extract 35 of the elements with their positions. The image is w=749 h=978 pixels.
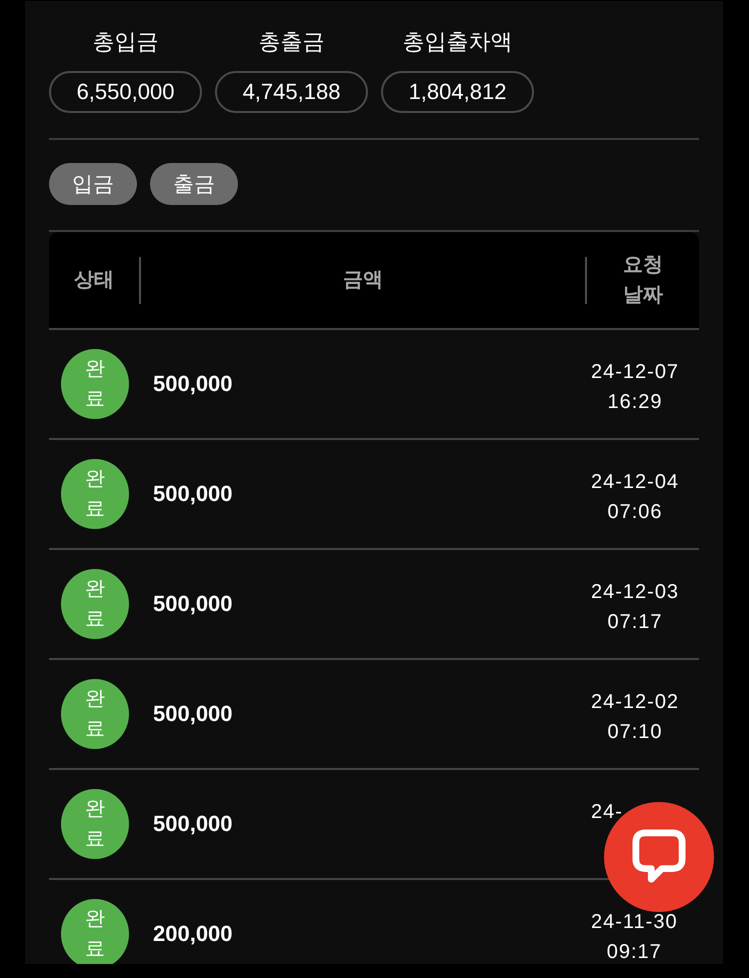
column-header: 금액 [343,268,383,293]
column-header: 요청 날짜 [622,253,664,308]
filter-button[interactable]: 출금 [150,163,238,205]
request-time: 16:29 [608,390,663,415]
summary-amount: 4,745,188 [215,71,368,113]
request-date: 24-12-03 [591,580,680,605]
status-badge: 완료 [61,679,129,749]
status-badge: 완료 [61,899,129,964]
amount-text: 500,000 [153,371,233,396]
summary-label: 총출금 [258,28,324,56]
status-badge: 완료 [61,569,129,639]
amount-text: 500,000 [153,701,233,726]
status-badge: 완료 [61,349,129,419]
request-date: 24-12-07 [591,360,680,385]
summary-label: 총입금 [92,28,158,56]
summary-amount: 1,804,812 [381,71,534,113]
request-time: 07:10 [608,720,663,745]
amount-text: 500,000 [153,591,233,616]
status-badge: 완료 [61,789,129,859]
request-date: 24-11-30 [591,910,678,935]
request-time: 07:06 [608,500,663,525]
chat-icon [632,829,686,885]
filter-button[interactable]: 입금 [49,163,137,205]
amount-text: 200,000 [153,921,233,946]
request-date: 24- [591,800,623,825]
request-date: 24-12-04 [591,470,680,495]
amount-text: 500,000 [153,811,233,836]
request-date: 24-12-02 [591,690,680,715]
amount-text: 500,000 [153,481,233,506]
request-time: 09:17 [606,940,662,964]
column-header: 상태 [74,268,114,293]
summary-label: 총입출차액 [402,28,512,56]
summary-amount: 6,550,000 [49,71,202,113]
request-time: 07:17 [608,610,663,635]
status-badge: 완료 [61,459,129,529]
